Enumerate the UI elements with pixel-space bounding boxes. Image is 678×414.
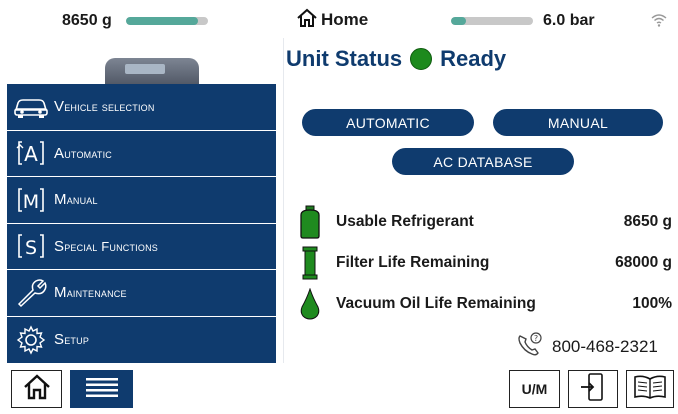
info-value: 100% (632, 295, 672, 312)
oil-drop-icon (296, 286, 324, 322)
filter-icon (296, 245, 324, 281)
sidebar-item-label: Automatic (54, 144, 112, 162)
manual-book-icon (633, 374, 667, 405)
phone-number: 800-468-2321 (552, 336, 658, 356)
refrigerant-level-bar (126, 17, 208, 25)
home-breadcrumb[interactable]: Home (296, 7, 369, 34)
status-indicator-icon (410, 48, 433, 70)
status-value: Ready (440, 46, 507, 71)
unit-status: Unit Status Ready (286, 46, 506, 72)
sidebar-item-vehicle-selection[interactable]: Vehicle selection (7, 84, 276, 131)
sidebar-item-label: Setup (54, 331, 90, 349)
info-label: Vacuum Oil Life Remaining (336, 295, 536, 312)
sidebar-item-setup[interactable]: Setup (7, 317, 276, 364)
sidebar-item-label: Vehicle selection (54, 98, 155, 116)
home-icon (296, 7, 318, 34)
home-label: Home (321, 10, 369, 29)
main-panel: Unit Status Ready AUTOMATIC MANUAL AC DA… (283, 38, 678, 363)
sidebar: Vehicle selection A Automatic M Manual S… (7, 38, 276, 363)
svg-text:S: S (25, 237, 37, 259)
status-bar: 8650 g Home 6.0 bar (0, 0, 678, 38)
manual-m-icon: M (11, 184, 51, 216)
support-phone: ? 800-468-2321 (516, 331, 658, 362)
exit-icon (580, 372, 606, 407)
automatic-a-icon: A (11, 137, 51, 169)
info-label: Filter Life Remaining (336, 254, 490, 271)
phone-support-icon: ? (516, 331, 544, 362)
info-value: 8650 g (623, 213, 672, 230)
bottom-toolbar: U/M (0, 363, 678, 414)
sidebar-item-special-functions[interactable]: S Special Functions (7, 224, 276, 270)
sidebar-item-automatic[interactable]: A Automatic (7, 131, 276, 177)
home-icon (23, 373, 51, 405)
gear-icon (11, 324, 51, 356)
info-label: Usable Refrigerant (336, 213, 474, 230)
info-value: 68000 g (615, 254, 672, 271)
menu-icon (85, 376, 118, 403)
refrigerant-level-fill (126, 17, 199, 25)
ac-machine-illustration (105, 58, 199, 84)
home-button[interactable] (11, 370, 62, 408)
automatic-button[interactable]: AUTOMATIC (302, 109, 474, 136)
sidebar-item-manual[interactable]: M Manual (7, 177, 276, 224)
wrench-icon (11, 277, 51, 309)
special-s-icon: S (11, 230, 51, 262)
manual-button[interactable]: MANUAL (493, 109, 663, 136)
sidebar-item-maintenance[interactable]: Maintenance (7, 270, 276, 317)
filter-life-row: Filter Life Remaining 68000 g (296, 245, 676, 281)
car-icon (11, 91, 51, 123)
pressure-fill (451, 17, 466, 25)
status-title: Unit Status (286, 46, 403, 71)
menu-button[interactable] (70, 370, 133, 408)
refrigerant-weight-readout: 8650 g (62, 12, 112, 29)
pressure-readout: 6.0 bar (543, 12, 595, 29)
units-of-measure-button[interactable]: U/M (509, 370, 560, 408)
sidebar-item-label: Special Functions (54, 237, 158, 255)
svg-text:A: A (24, 142, 38, 166)
exit-button[interactable] (568, 370, 618, 408)
svg-text:?: ? (534, 334, 538, 343)
pressure-bar (451, 17, 533, 25)
manual-book-button[interactable] (626, 370, 674, 408)
machine-image (7, 38, 276, 84)
usable-refrigerant-row: Usable Refrigerant 8650 g (296, 204, 676, 240)
sidebar-item-label: Manual (54, 191, 98, 209)
refrigerant-tank-icon (296, 204, 324, 240)
vacuum-oil-life-row: Vacuum Oil Life Remaining 100% (296, 286, 676, 322)
wifi-icon (651, 13, 667, 32)
sidebar-item-label: Maintenance (54, 284, 127, 302)
main-menu: Vehicle selection A Automatic M Manual S… (7, 84, 276, 363)
ac-database-button[interactable]: AC DATABASE (392, 148, 574, 175)
svg-text:M: M (23, 191, 39, 213)
